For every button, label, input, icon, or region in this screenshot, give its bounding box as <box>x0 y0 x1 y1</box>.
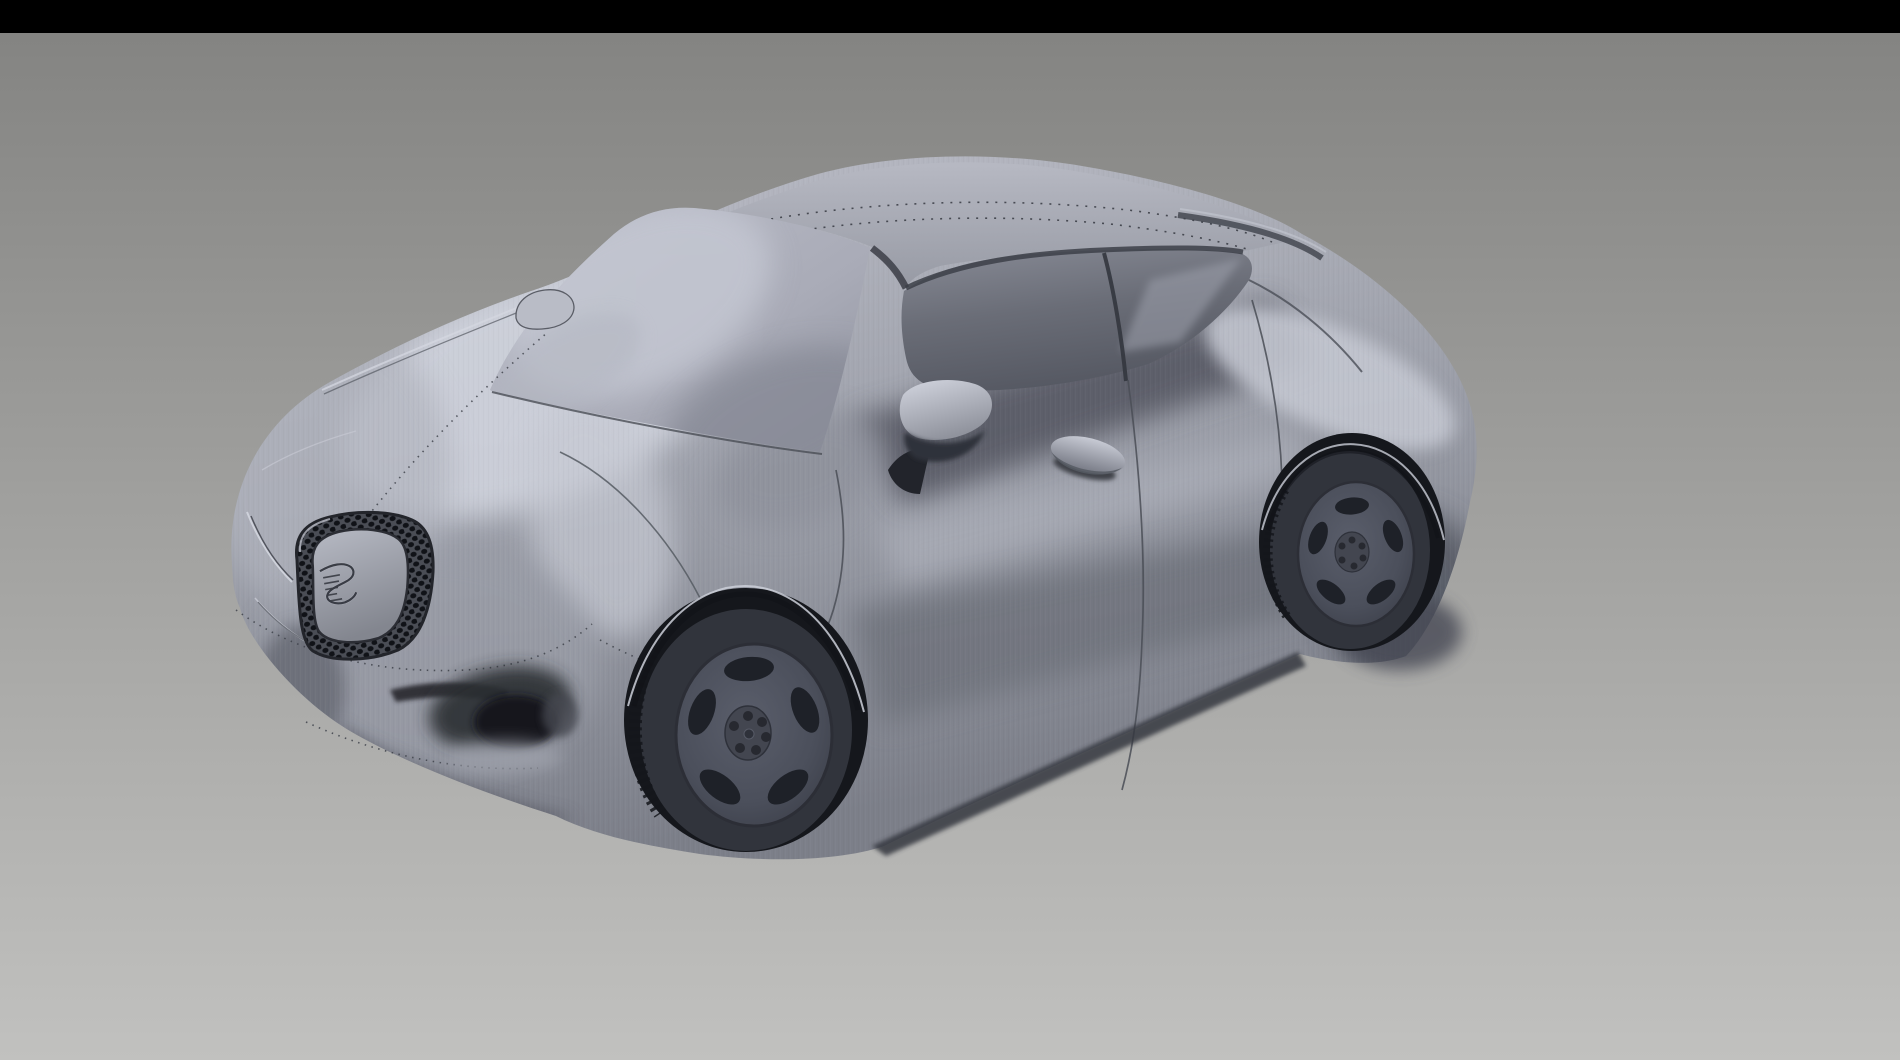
car-model[interactable] <box>180 120 1540 900</box>
grille <box>296 512 433 659</box>
rear-wheel <box>1259 433 1445 651</box>
car-render-canvas <box>0 0 1900 1060</box>
render-viewport[interactable] <box>0 0 1900 1060</box>
grille-panel <box>313 530 408 642</box>
front-center-cap <box>744 729 754 739</box>
front-wheel <box>624 586 868 852</box>
